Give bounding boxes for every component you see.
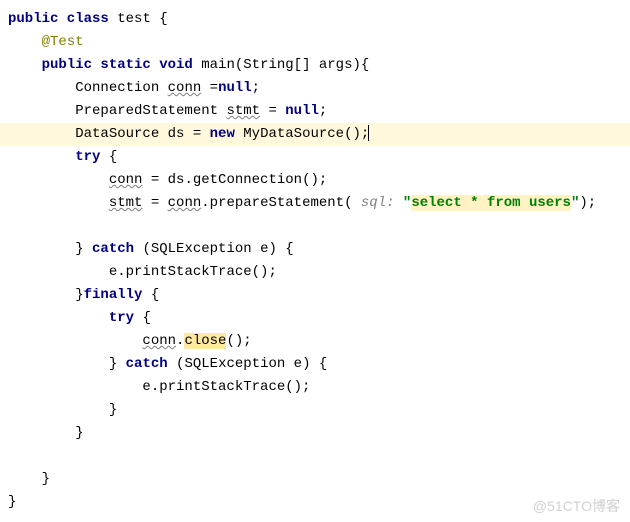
keyword-try: try <box>75 149 100 165</box>
code-line: } <box>0 422 630 445</box>
code-line: @Test <box>0 31 630 54</box>
var-conn: conn <box>168 195 202 211</box>
code-line: } catch (SQLException e) { <box>0 238 630 261</box>
code-editor: public class test { @Test public static … <box>0 0 630 514</box>
code-line: stmt = conn.prepareStatement( sql: "sele… <box>0 192 630 215</box>
code-line-active: DataSource ds = new MyDataSource(); <box>0 123 630 146</box>
code-line: e.printStackTrace(); <box>0 376 630 399</box>
keyword-catch: catch <box>126 356 168 372</box>
code-line: } catch (SQLException e) { <box>0 353 630 376</box>
var-stmt: stmt <box>226 103 260 119</box>
brace: { <box>159 11 167 27</box>
param-hint: sql: <box>361 195 403 211</box>
code-line: public static void main(String[] args){ <box>0 54 630 77</box>
var-conn: conn <box>142 333 176 349</box>
code-line <box>0 445 630 468</box>
sql-string: select * from users <box>411 195 571 211</box>
annotation: @Test <box>42 34 84 50</box>
params: (String[] args){ <box>235 57 369 73</box>
method-name: main <box>201 57 235 73</box>
keyword-null: null <box>218 80 252 96</box>
code-line: conn.close(); <box>0 330 630 353</box>
code-line: e.printStackTrace(); <box>0 261 630 284</box>
code-line: } <box>0 491 630 514</box>
type: Connection <box>75 80 167 96</box>
keyword-try: try <box>109 310 134 326</box>
keyword-finally: finally <box>84 287 143 303</box>
code-line: PreparedStatement stmt = null; <box>0 100 630 123</box>
keyword-null: null <box>285 103 319 119</box>
code-line <box>0 215 630 238</box>
code-line: public class test { <box>0 8 630 31</box>
method-close: close <box>184 333 226 349</box>
class-name: test <box>117 11 151 27</box>
code-line: } <box>0 468 630 491</box>
code-line: try { <box>0 146 630 169</box>
type: PreparedStatement <box>75 103 226 119</box>
code-line: Connection conn =null; <box>0 77 630 100</box>
keyword: public static void <box>42 57 193 73</box>
code-line: conn = ds.getConnection(); <box>0 169 630 192</box>
code-line: try { <box>0 307 630 330</box>
var-conn: conn <box>168 80 202 96</box>
keyword-catch: catch <box>92 241 134 257</box>
var-conn: conn <box>109 172 143 188</box>
code-line: } <box>0 399 630 422</box>
code-line: }finally { <box>0 284 630 307</box>
keyword: public class <box>8 11 109 27</box>
keyword-new: new <box>210 126 235 142</box>
text-caret <box>368 125 369 141</box>
var-stmt: stmt <box>109 195 143 211</box>
